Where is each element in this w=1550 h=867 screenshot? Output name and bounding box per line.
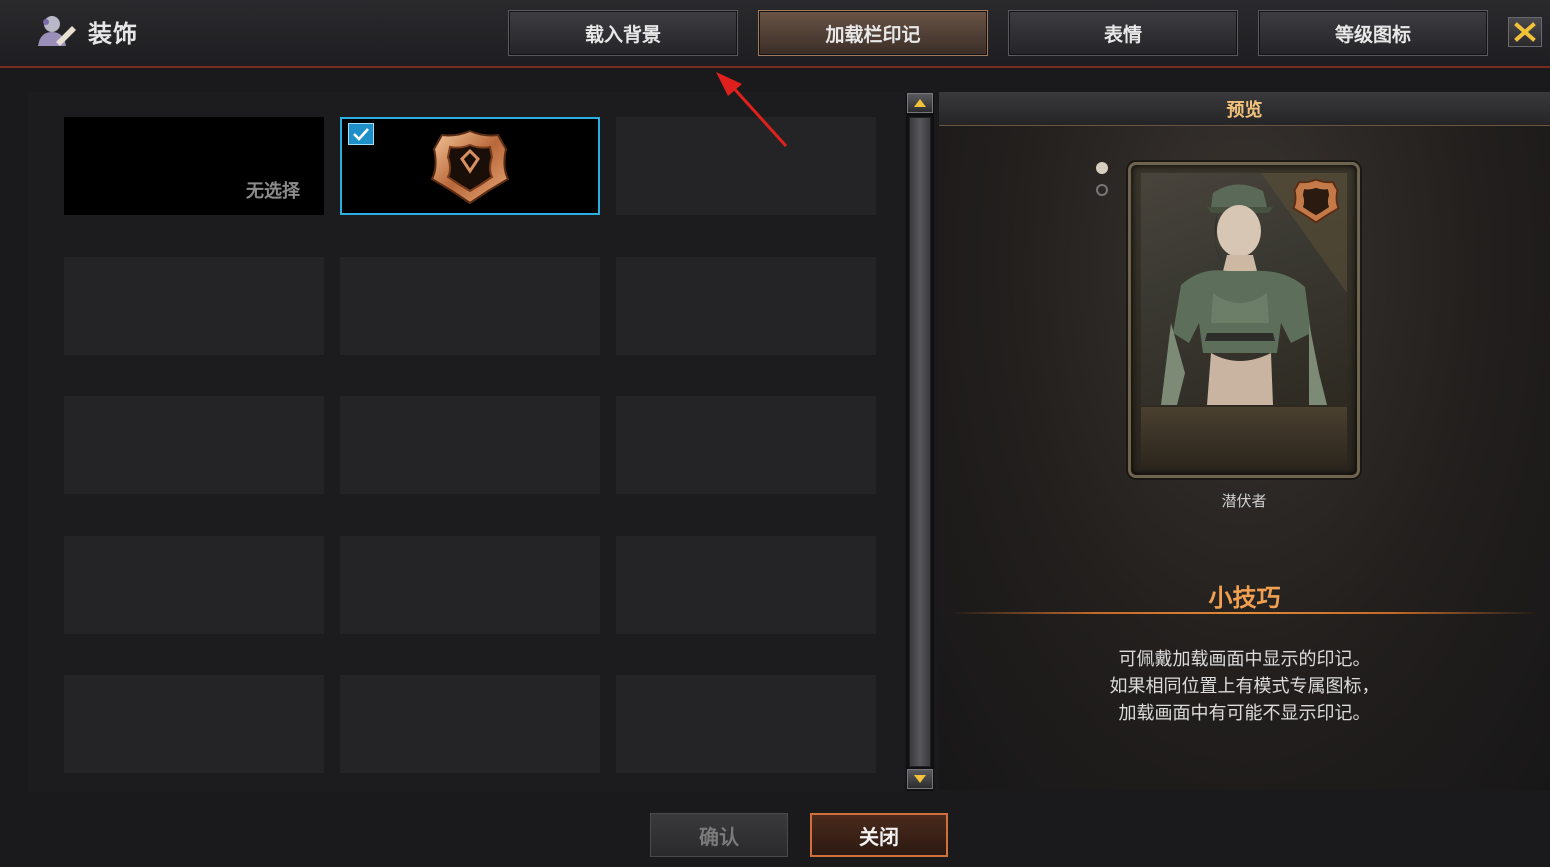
slot-empty[interactable]: [64, 675, 324, 773]
shield-emblem-icon: [1292, 178, 1340, 224]
preview-header: 预览: [939, 92, 1550, 126]
page-dot-active[interactable]: [1096, 162, 1108, 174]
slot-empty[interactable]: [64, 257, 324, 355]
slot-label: 无选择: [246, 181, 300, 202]
scroll-down-button[interactable]: [907, 769, 933, 789]
slot-empty[interactable]: [64, 536, 324, 634]
character-name: 潜伏者: [1221, 492, 1267, 510]
divider: [949, 612, 1539, 614]
tips-text: 可佩戴加载画面中显示的印记。 如果相同位置上有模式专属图标， 加载画面中有可能不…: [939, 646, 1550, 727]
tips-line: 如果相同位置上有模式专属图标，: [1109, 676, 1380, 697]
close-window-button[interactable]: [1508, 17, 1542, 47]
title-bar: 装饰 载入背景 加载栏印记 表情 等级图标: [0, 0, 1550, 68]
slot-empty[interactable]: [64, 396, 324, 494]
close-x-icon: [1514, 22, 1536, 42]
decoration-icon: [38, 16, 76, 46]
slot-empty[interactable]: [616, 257, 876, 355]
card-footer: [1141, 407, 1347, 467]
scroll-up-button[interactable]: [907, 93, 933, 113]
slot-shield-emblem[interactable]: [340, 117, 600, 215]
grid-scrollbar[interactable]: [906, 93, 934, 791]
close-button[interactable]: 关闭: [810, 813, 948, 857]
character-card: [1128, 162, 1360, 478]
shield-emblem-icon: [430, 129, 510, 205]
checkbox-checked-icon: [348, 123, 374, 145]
slot-empty[interactable]: [340, 536, 600, 634]
tips-title: 小技巧: [1208, 584, 1281, 612]
tab-loading-bar-emblem[interactable]: 加载栏印记: [758, 10, 988, 56]
tips-line: 可佩戴加载画面中显示的印记。: [1118, 649, 1371, 670]
window-title: 装饰: [88, 20, 138, 48]
confirm-button[interactable]: 确认: [650, 813, 788, 857]
slot-empty[interactable]: [340, 396, 600, 494]
tab-loading-background[interactable]: 载入背景: [508, 10, 738, 56]
triangle-up-icon: [914, 99, 926, 107]
triangle-down-icon: [914, 775, 926, 783]
slot-empty[interactable]: [616, 536, 876, 634]
emblem-grid: 无选择: [28, 92, 904, 792]
slot-no-selection[interactable]: 无选择: [64, 117, 324, 215]
slot-empty[interactable]: [340, 675, 600, 773]
character-portrait: [1141, 173, 1347, 405]
page-dot[interactable]: [1096, 184, 1108, 196]
tips-line: 加载画面中有可能不显示印记。: [1118, 703, 1371, 724]
slot-empty[interactable]: [340, 257, 600, 355]
preview-panel: 预览 潜伏者 小技巧 可佩戴加载画面中显示的印记。 如果相同位置上有模式专属图标…: [939, 92, 1550, 790]
tab-level-icon[interactable]: 等级图标: [1258, 10, 1488, 56]
slot-empty[interactable]: [616, 396, 876, 494]
slot-empty[interactable]: [616, 117, 876, 215]
scroll-thumb[interactable]: [909, 117, 931, 767]
slot-empty[interactable]: [616, 675, 876, 773]
tab-emotes[interactable]: 表情: [1008, 10, 1238, 56]
